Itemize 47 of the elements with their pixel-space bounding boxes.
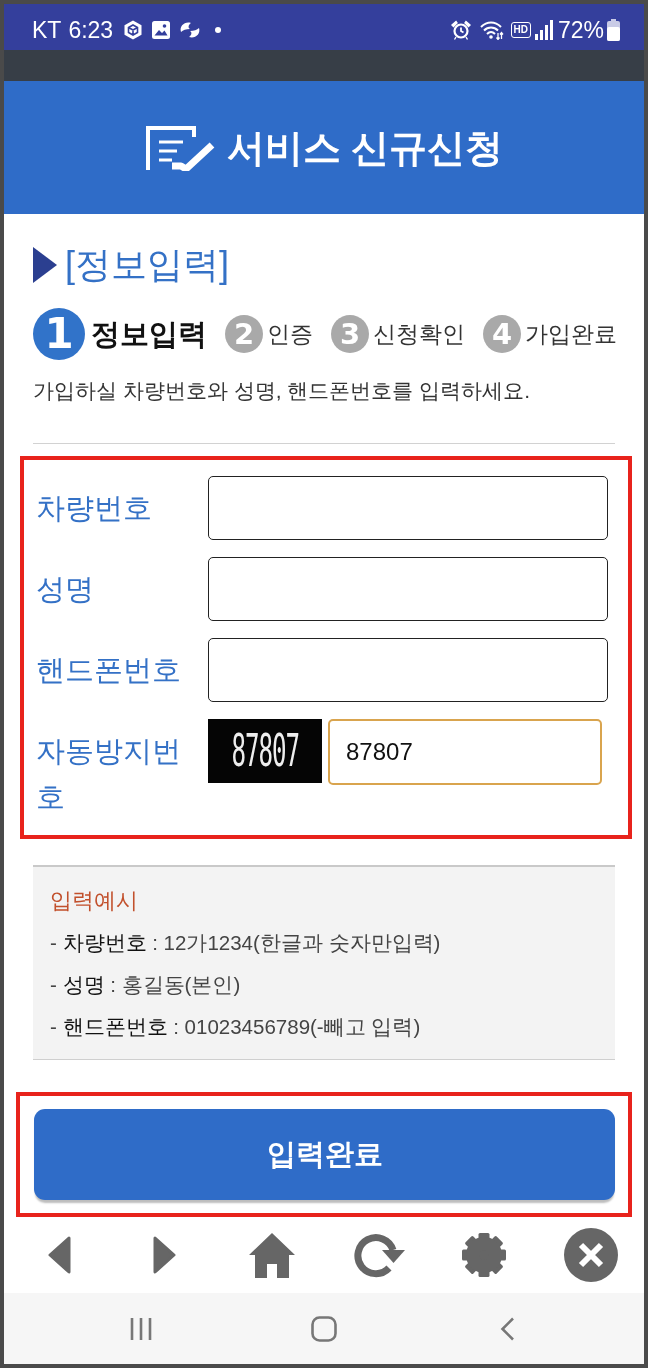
example-line: - 차량번호 : 12가1234(한글과 숫자만입력) (50, 930, 442, 956)
step-label: 인증 (267, 320, 313, 349)
document-check-icon (144, 124, 217, 171)
example-line: - 성명 : 홍길동(본인) (50, 972, 242, 998)
home-icon[interactable] (248, 1232, 295, 1278)
step-number: 3 (331, 315, 369, 353)
example-line: - 핸드폰번호 : 01023456789(-빼고 입력) (50, 1014, 422, 1040)
captcha-input[interactable]: 87807 (328, 719, 602, 785)
back-icon[interactable] (47, 1236, 72, 1274)
close-icon[interactable] (563, 1228, 618, 1282)
battery-percent: 72% (557, 16, 604, 44)
step-label: 신청확인 (373, 320, 465, 349)
field-label: 차량번호 (36, 491, 153, 526)
recent-apps-icon[interactable] (130, 1316, 152, 1341)
triangle-icon (33, 247, 57, 283)
text-input[interactable] (208, 638, 608, 702)
example-title: 입력예시 (50, 887, 139, 915)
forward-icon[interactable] (153, 1236, 178, 1274)
settings-icon[interactable] (461, 1232, 508, 1278)
captcha-image: 87807 (208, 719, 322, 783)
field-label: 자동방지번호 (36, 734, 182, 815)
section-title: [정보입력] (65, 245, 229, 285)
text-input[interactable] (208, 476, 608, 540)
instruction-text: 가입하실 차량번호와 성명, 핸드폰번호를 입력하세요. (33, 378, 531, 404)
field-label: 성명 (36, 572, 95, 607)
step-number: 4 (483, 315, 521, 353)
network-type-badge: HD (510, 22, 531, 38)
text-input[interactable] (208, 557, 608, 621)
back-icon[interactable] (499, 1316, 515, 1341)
submit-button[interactable]: 입력완료 (34, 1109, 615, 1200)
carrier-label: KT (32, 16, 62, 44)
step-label: 정보입력 (91, 319, 207, 349)
clock-time: 6:23 (68, 16, 114, 44)
step-number: 1 (33, 308, 85, 360)
signal-icon (534, 20, 553, 40)
step-number: 2 (225, 315, 263, 353)
wifi-icon (479, 20, 504, 40)
image-icon (151, 20, 172, 40)
field-label: 핸드폰번호 (36, 653, 182, 688)
step-label: 가입완료 (525, 320, 617, 349)
alarm-icon (450, 20, 471, 40)
battery-icon (607, 19, 620, 41)
home-button-icon[interactable] (311, 1315, 337, 1342)
page-title: 서비스 신규신청 (226, 125, 504, 171)
refresh-icon[interactable] (351, 1232, 405, 1278)
dot-icon (215, 27, 222, 33)
cube-icon (123, 20, 144, 40)
